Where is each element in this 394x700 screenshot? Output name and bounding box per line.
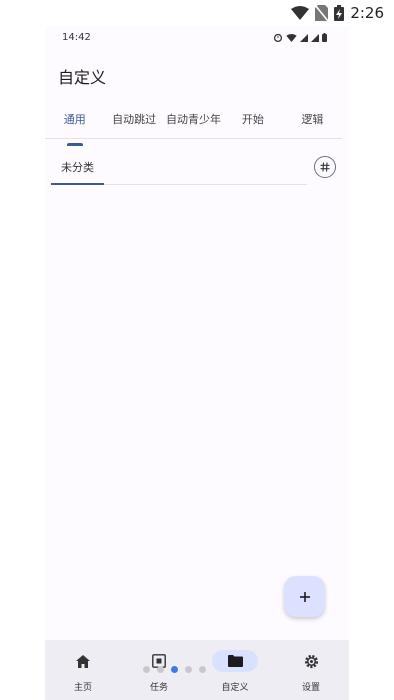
tab-logic[interactable]: 逻辑	[283, 110, 342, 138]
tab-label: 通用	[63, 113, 86, 126]
page-dot-current[interactable]	[171, 666, 178, 673]
tab-label: 自动青少年	[166, 113, 222, 126]
wifi-icon	[286, 33, 297, 42]
device-clock: 2:26	[350, 4, 384, 22]
battery-charging-icon	[334, 5, 345, 21]
tab-start[interactable]: 开始	[223, 110, 282, 138]
tab-bar: 通用 自动跳过 自动青少年 开始 逻辑	[45, 110, 342, 146]
no-sim-icon	[315, 5, 329, 21]
add-category-button[interactable]	[314, 156, 336, 178]
category-tab-label: 未分类	[61, 161, 94, 174]
alarm-icon	[273, 33, 283, 42]
add-fab[interactable]	[284, 576, 325, 617]
category-tab-indicator	[51, 183, 104, 185]
nav-label: 主页	[73, 683, 92, 693]
home-icon	[76, 654, 90, 668]
status-clock: 14:42	[62, 32, 91, 43]
category-tab-bar: 未分类	[51, 154, 307, 185]
nav-label: 自定义	[221, 683, 249, 693]
battery-icon	[322, 33, 327, 42]
nav-home[interactable]: 主页	[45, 640, 121, 700]
nav-settings[interactable]: 设置	[273, 640, 349, 700]
tab-label: 逻辑	[301, 113, 324, 126]
page-dot[interactable]	[143, 666, 150, 673]
page-dot[interactable]	[157, 666, 164, 673]
category-tab-uncategorized[interactable]: 未分类	[51, 154, 104, 185]
wifi-icon	[291, 6, 310, 20]
folder-icon	[227, 655, 243, 667]
page-indicator	[143, 666, 206, 673]
nav-pill	[288, 650, 334, 672]
tab-label: 自动跳过	[112, 113, 157, 126]
nav-pill	[212, 650, 258, 672]
device-status-bar: 2:26	[0, 0, 394, 26]
tab-general[interactable]: 通用	[45, 110, 104, 146]
tab-auto-skip[interactable]: 自动跳过	[104, 110, 163, 138]
tab-indicator	[66, 143, 83, 146]
signal-icon	[300, 33, 308, 42]
plus-icon	[299, 591, 310, 602]
nav-pill	[60, 650, 106, 672]
hash-icon	[320, 162, 330, 172]
nav-label: 设置	[301, 683, 320, 693]
nav-custom[interactable]: 自定义	[197, 640, 273, 700]
tab-auto-teen[interactable]: 自动青少年	[164, 110, 223, 138]
nav-label: 任务	[149, 683, 168, 693]
app-status-bar: 14:42	[45, 26, 349, 52]
signal-icon	[311, 33, 319, 42]
app-screen: 14:42 自定义 通用 自动跳过 自动青少年 开始 逻辑 未分类 主页 任务 …	[45, 26, 349, 700]
gear-icon	[304, 654, 318, 668]
page-dot[interactable]	[185, 666, 192, 673]
page-dot[interactable]	[199, 666, 206, 673]
page-title: 自定义	[58, 68, 107, 87]
tab-label: 开始	[241, 113, 264, 126]
